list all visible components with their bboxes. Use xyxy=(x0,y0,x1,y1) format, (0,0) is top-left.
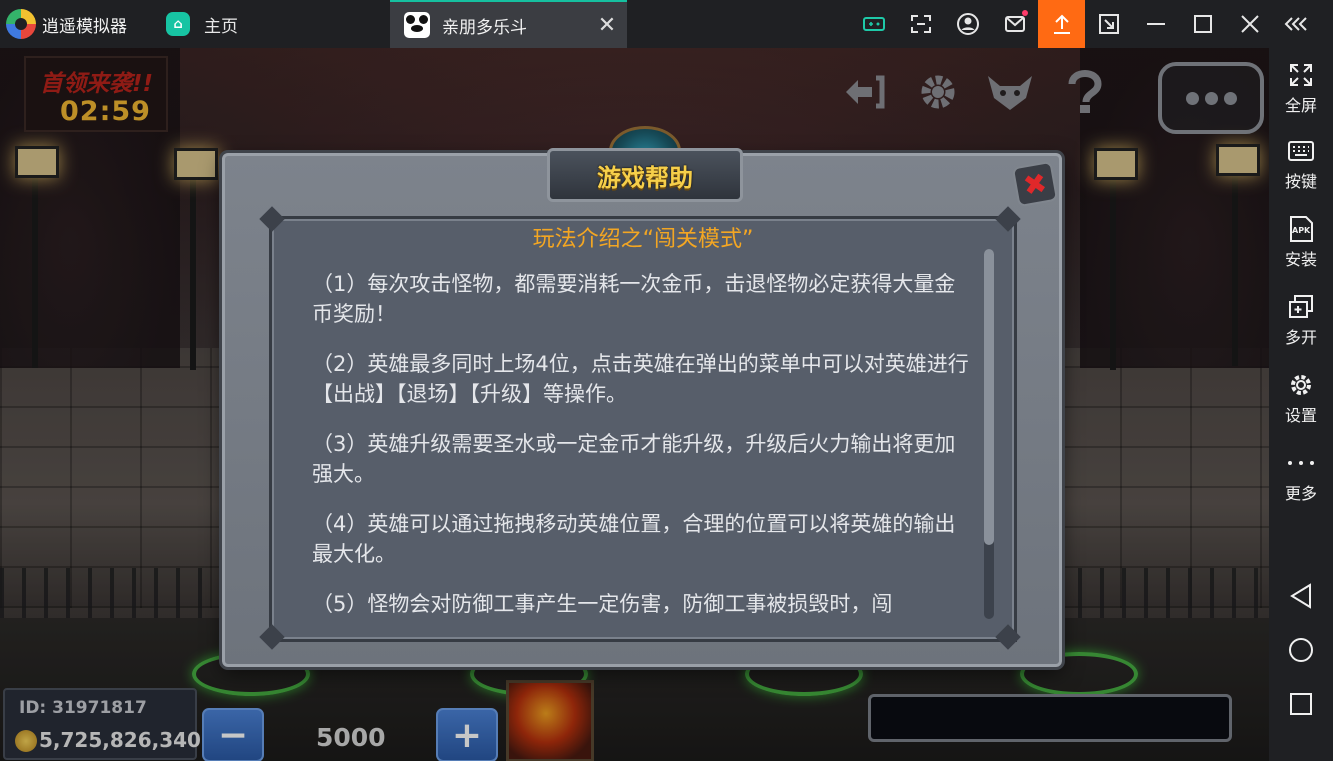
close-icon[interactable] xyxy=(1226,0,1273,48)
window-toolbar xyxy=(850,0,1320,48)
sidebar-label: 按键 xyxy=(1284,172,1317,191)
notification-dot xyxy=(1022,10,1028,16)
mail-icon[interactable] xyxy=(991,0,1038,48)
maximize-icon[interactable] xyxy=(1179,0,1226,48)
back-icon[interactable] xyxy=(1269,576,1333,616)
dialog-title: 游戏帮助 xyxy=(597,163,693,192)
sidebar-label: 全屏 xyxy=(1284,96,1317,115)
more-icon xyxy=(1269,448,1333,478)
help-scroll-thumb[interactable] xyxy=(984,249,994,545)
sidebar-item-more[interactable]: 更多 xyxy=(1269,448,1333,504)
apk-icon: APK xyxy=(1269,214,1333,244)
recent-apps-icon[interactable] xyxy=(1269,684,1333,724)
sidebar-label: 更多 xyxy=(1284,484,1317,503)
help-paragraph: （2）英雄最多同时上场4位，点击英雄在弹出的菜单中可以对英雄进行【出战】【退场】… xyxy=(312,352,969,406)
tab-home[interactable]: ⌂ 主页 xyxy=(166,0,238,48)
tab-home-label: 主页 xyxy=(204,16,238,37)
sidebar-label: 安装 xyxy=(1284,250,1317,269)
help-scrollbar[interactable] xyxy=(984,249,994,619)
user-icon[interactable] xyxy=(944,0,991,48)
sidebar-label: 多开 xyxy=(1284,328,1317,347)
help-list: （1）每次攻击怪物，都需要消耗一次金币，击退怪物必定获得大量金币奖励！ （2）英… xyxy=(312,269,974,639)
help-content[interactable]: 玩法介绍之“闯关模式” （1）每次攻击怪物，都需要消耗一次金币，击退怪物必定获得… xyxy=(269,216,1017,642)
emulator-sidebar: 全屏 按键 APK 安装 多开 设置 更多 xyxy=(1269,48,1333,761)
multi-instance-icon xyxy=(1269,292,1333,322)
help-dialog: 游戏帮助 ✖ 玩法介绍之“闯关模式” （1）每次攻击怪物，都需要消耗一次金币，击… xyxy=(222,126,1062,667)
dialog-title-plate: 游戏帮助 xyxy=(547,148,743,202)
collapse-icon[interactable] xyxy=(1273,0,1320,48)
fit-screen-icon[interactable] xyxy=(1085,0,1132,48)
help-paragraph: （3）英雄升级需要圣水或一定金币才能升级，升级后火力输出将更加强大。 xyxy=(312,432,956,486)
panda-app-icon xyxy=(404,12,430,38)
tab-game-label: 亲朋多乐斗 xyxy=(442,17,527,38)
tab-game[interactable]: 亲朋多乐斗 ✕ xyxy=(390,0,627,48)
sidebar-item-multi[interactable]: 多开 xyxy=(1269,292,1333,348)
sidebar-item-fullscreen[interactable]: 全屏 xyxy=(1269,60,1333,116)
sidebar-item-install[interactable]: APK 安装 xyxy=(1269,214,1333,270)
minimize-icon[interactable] xyxy=(1132,0,1179,48)
fullscreen-icon xyxy=(1269,60,1333,90)
game-viewport[interactable]: 首领来袭!! 02:59 ID: 31971817 5,725,826,340 … xyxy=(0,48,1269,761)
tab-close-button[interactable]: ✕ xyxy=(587,13,627,38)
sidebar-label: 设置 xyxy=(1284,406,1317,425)
upload-button[interactable] xyxy=(1038,0,1085,48)
help-paragraph: （5）怪物会对防御工事产生一定伤害，防御工事被损毁时，闯 xyxy=(312,592,893,616)
sidebar-item-keymap[interactable]: 按键 xyxy=(1269,136,1333,192)
help-subtitle: 玩法介绍之“闯关模式” xyxy=(532,227,754,252)
app-name: 逍遥模拟器 xyxy=(42,16,127,37)
dialog-close-button[interactable]: ✖ xyxy=(1011,160,1059,208)
dialog-header: 游戏帮助 xyxy=(547,126,743,202)
settings-icon xyxy=(1269,370,1333,400)
help-paragraph: （4）英雄可以通过拖拽移动英雄位置，合理的位置可以将英雄的输出最大化。 xyxy=(312,512,956,566)
home-nav-icon[interactable] xyxy=(1269,630,1333,670)
app-logo-icon xyxy=(6,9,36,39)
screenshot-icon[interactable] xyxy=(897,0,944,48)
gamepad-icon[interactable] xyxy=(850,0,897,48)
help-paragraph: （1）每次攻击怪物，都需要消耗一次金币，击退怪物必定获得大量金币奖励！ xyxy=(312,272,956,326)
home-icon: ⌂ xyxy=(166,12,190,36)
sidebar-item-settings[interactable]: 设置 xyxy=(1269,370,1333,426)
window-titlebar: 逍遥模拟器 ⌂ 主页 亲朋多乐斗 ✕ xyxy=(0,0,1333,48)
app-brand: 逍遥模拟器 xyxy=(6,0,127,48)
svg-text:APK: APK xyxy=(1292,226,1311,235)
keyboard-icon xyxy=(1269,136,1333,166)
